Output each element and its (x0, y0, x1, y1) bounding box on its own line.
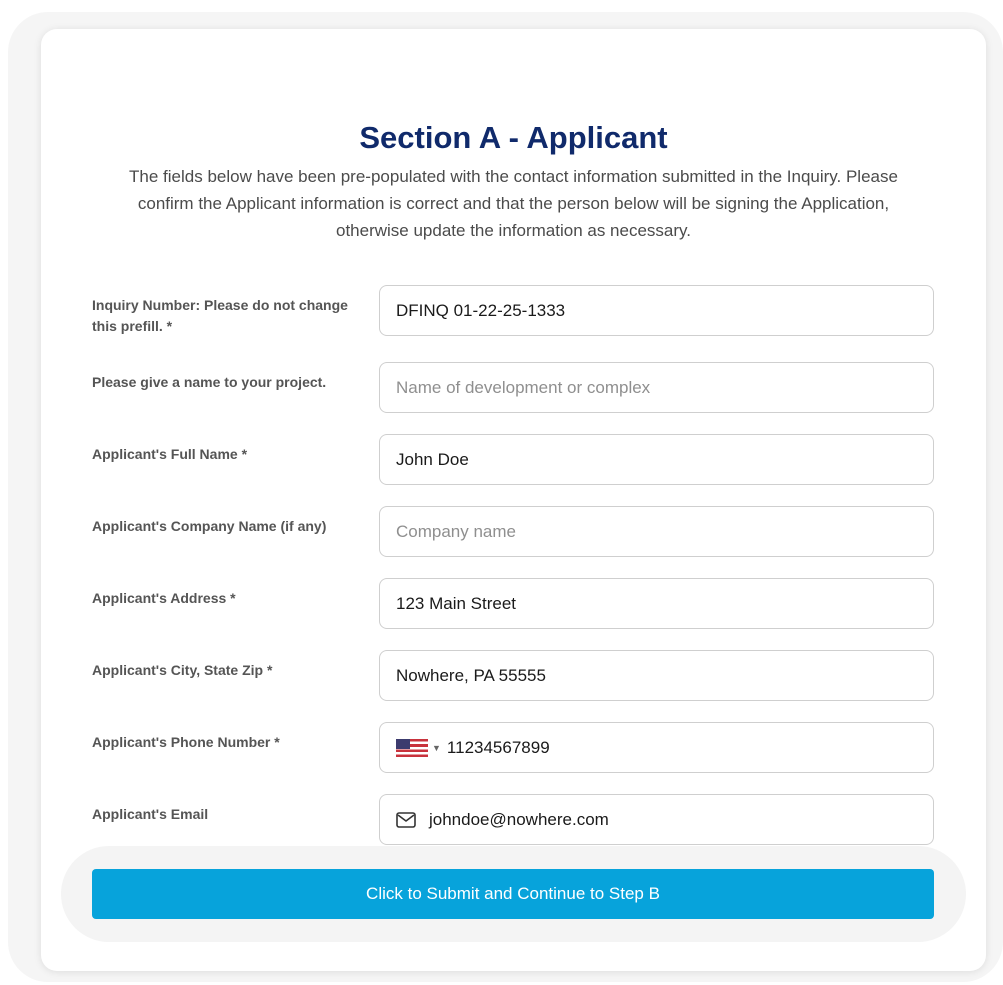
submit-continue-button[interactable]: Click to Submit and Continue to Step B (92, 869, 934, 919)
mail-icon (396, 811, 416, 828)
section-intro: The fields below have been pre-populated… (129, 167, 898, 240)
inquiry-number-value: DFINQ 01-22-25-1333 (396, 300, 566, 320)
email-label: Applicant's Email (92, 806, 209, 822)
project-name-label: Please give a name to your project. (92, 374, 327, 390)
full-name-label: Applicant's Full Name * (92, 446, 248, 462)
email-value: johndoe@nowhere.com (429, 809, 609, 829)
address-value: 123 Main Street (396, 593, 517, 613)
section-title: Section A - Applicant (359, 120, 668, 155)
phone-label: Applicant's Phone Number * (92, 734, 280, 750)
company-name-input[interactable]: Company name (379, 506, 934, 557)
address-input[interactable]: 123 Main Street (379, 578, 934, 629)
chevron-down-icon[interactable]: ▼ (432, 743, 441, 753)
phone-input[interactable]: ▼ 11234567899 (379, 722, 934, 773)
city-state-zip-value: Nowhere, PA 55555 (396, 665, 546, 685)
address-label: Applicant's Address * (92, 590, 236, 606)
company-name-label: Applicant's Company Name (if any) (92, 518, 327, 534)
inquiry-number-label: Inquiry Number: Please do not change thi… (92, 297, 348, 334)
full-name-value: John Doe (396, 449, 469, 469)
applicant-form-card: Section A - Applicant The fields below h… (41, 29, 986, 971)
us-flag-icon[interactable] (396, 738, 428, 757)
city-state-zip-input[interactable]: Nowhere, PA 55555 (379, 650, 934, 701)
full-name-input[interactable]: John Doe (379, 434, 934, 485)
email-input[interactable]: johndoe@nowhere.com (379, 794, 934, 845)
project-name-input[interactable]: Name of development or complex (379, 362, 934, 413)
city-state-zip-label: Applicant's City, State Zip * (92, 662, 273, 678)
project-name-placeholder: Name of development or complex (396, 377, 651, 397)
phone-value: 11234567899 (446, 737, 550, 757)
inquiry-number-field[interactable]: DFINQ 01-22-25-1333 (379, 285, 934, 336)
company-name-placeholder: Company name (396, 521, 517, 541)
